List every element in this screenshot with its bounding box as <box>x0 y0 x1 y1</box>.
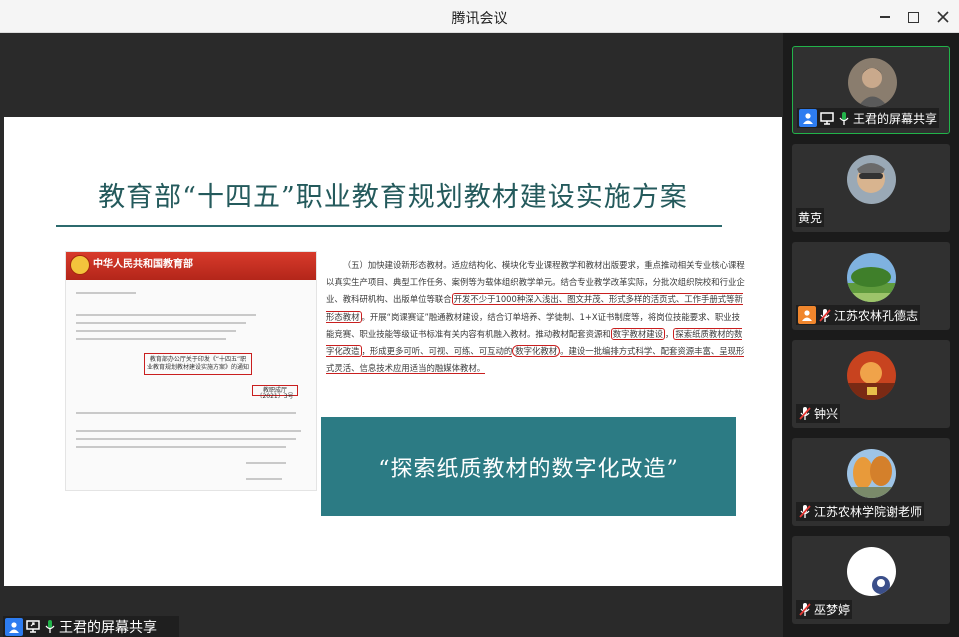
screen-share-label: 王君的屏幕共享 <box>3 616 179 637</box>
document-title-box: 教育部办公厅关于印发《“十四五”职业教育规划教材建设实施方案》的通知 <box>144 353 252 375</box>
document-org-name: 中华人民共和国教育部 <box>93 259 193 270</box>
shared-screen: 教育部“十四五”职业教育规划教材建设实施方案 中华人民共和国教育部 教育部办公厅… <box>0 33 783 637</box>
participant-name: 巫梦婷 <box>814 603 851 617</box>
close-button[interactable] <box>932 6 954 28</box>
participant-name-bar: 钟兴 <box>796 404 841 423</box>
quote-text: “探索纸质教材的数字化改造” <box>378 456 679 482</box>
mic-muted-icon <box>798 504 812 520</box>
doc-text-line <box>76 446 286 448</box>
slide-title: 教育部“十四五”职业教育规划教材建设实施方案 <box>98 182 688 213</box>
participant-tile[interactable]: 钟兴 <box>792 340 950 428</box>
participant-name-bar: 巫梦婷 <box>796 600 853 619</box>
doc-text-line <box>76 314 256 316</box>
participant-panel[interactable]: 王君的屏幕共享 黄克 江苏农林孔德志 钟兴 江苏农林学院谢老师 巫梦婷 <box>783 33 959 637</box>
avatar <box>848 58 897 107</box>
highlight-digital-textbook-building: 数字教材建设 <box>610 327 665 340</box>
participant-name: 钟兴 <box>814 407 839 421</box>
title-bar: 腾讯会议 <box>0 0 959 33</box>
participant-name: 江苏农林学院谢老师 <box>814 505 923 519</box>
doc-text-line <box>76 322 246 324</box>
maximize-icon <box>907 11 919 23</box>
avatar <box>847 155 896 204</box>
participant-tile[interactable]: 王君的屏幕共享 <box>792 46 950 134</box>
screen-share-icon <box>25 619 41 635</box>
window-title: 腾讯会议 <box>451 11 508 27</box>
participant-name: 江苏农林孔德志 <box>834 308 919 323</box>
paragraph-text: ，形成更多可听、可视、可练、可互动的 <box>361 346 513 358</box>
policy-paragraph: （五）加快建设新形态教材。适应结构化、模块化专业课程教学和教材出版要求，重点推动… <box>326 257 747 377</box>
user-icon <box>5 617 23 636</box>
mic-muted-icon <box>798 602 812 618</box>
avatar <box>847 449 896 498</box>
title-divider <box>56 225 722 227</box>
participant-name-bar: 江苏农林学院谢老师 <box>796 502 925 521</box>
user-icon <box>798 306 816 324</box>
participant-name: 王君的屏幕共享 <box>853 111 938 126</box>
doc-text-line <box>76 438 296 440</box>
participant-name-bar: 黄克 <box>796 208 825 227</box>
close-icon <box>937 11 949 23</box>
screen-share-label-text: 王君的屏幕共享 <box>59 619 157 636</box>
avatar <box>847 351 896 400</box>
participant-tile[interactable]: 江苏农林学院谢老师 <box>792 438 950 526</box>
document-header: 中华人民共和国教育部 <box>66 252 316 280</box>
participant-tile[interactable]: 黄克 <box>792 144 950 232</box>
maximize-button[interactable] <box>902 6 924 28</box>
avatar <box>847 547 896 596</box>
mic-muted-icon <box>818 307 832 323</box>
doc-text-line <box>76 412 296 414</box>
doc-text-line <box>76 338 226 340</box>
document-number-box: 教职成厅〔2021〕3号 <box>252 385 298 400</box>
document-thumbnail: 中华人民共和国教育部 教育部办公厅关于印发《“十四五”职业教育规划教材建设实施方… <box>65 251 317 491</box>
participant-name-bar: 王君的屏幕共享 <box>797 108 940 128</box>
highlight-digital-textbooks: 数字化教材 <box>512 345 561 358</box>
national-emblem-icon <box>70 255 90 275</box>
doc-text-line <box>76 292 136 294</box>
user-icon <box>799 109 817 127</box>
doc-text-line <box>246 478 282 480</box>
quote-box: “探索纸质教材的数字化改造” <box>321 417 736 516</box>
mic-on-icon <box>837 110 851 126</box>
doc-text-line <box>76 430 301 432</box>
avatar <box>847 253 896 302</box>
screen-share-icon <box>819 110 835 126</box>
participant-tile[interactable]: 巫梦婷 <box>792 536 950 624</box>
participant-name: 黄克 <box>798 211 823 225</box>
mic-on-icon <box>43 619 57 635</box>
doc-text-line <box>246 462 286 464</box>
participant-name-bar: 江苏农林孔德志 <box>796 305 921 325</box>
doc-text-line <box>76 330 236 332</box>
minimize-icon <box>880 16 890 18</box>
minimize-button[interactable] <box>874 6 896 28</box>
participant-tile[interactable]: 江苏农林孔德志 <box>792 242 950 330</box>
mic-muted-icon <box>798 406 812 422</box>
presentation-slide: 教育部“十四五”职业教育规划教材建设实施方案 中华人民共和国教育部 教育部办公厅… <box>4 117 782 586</box>
